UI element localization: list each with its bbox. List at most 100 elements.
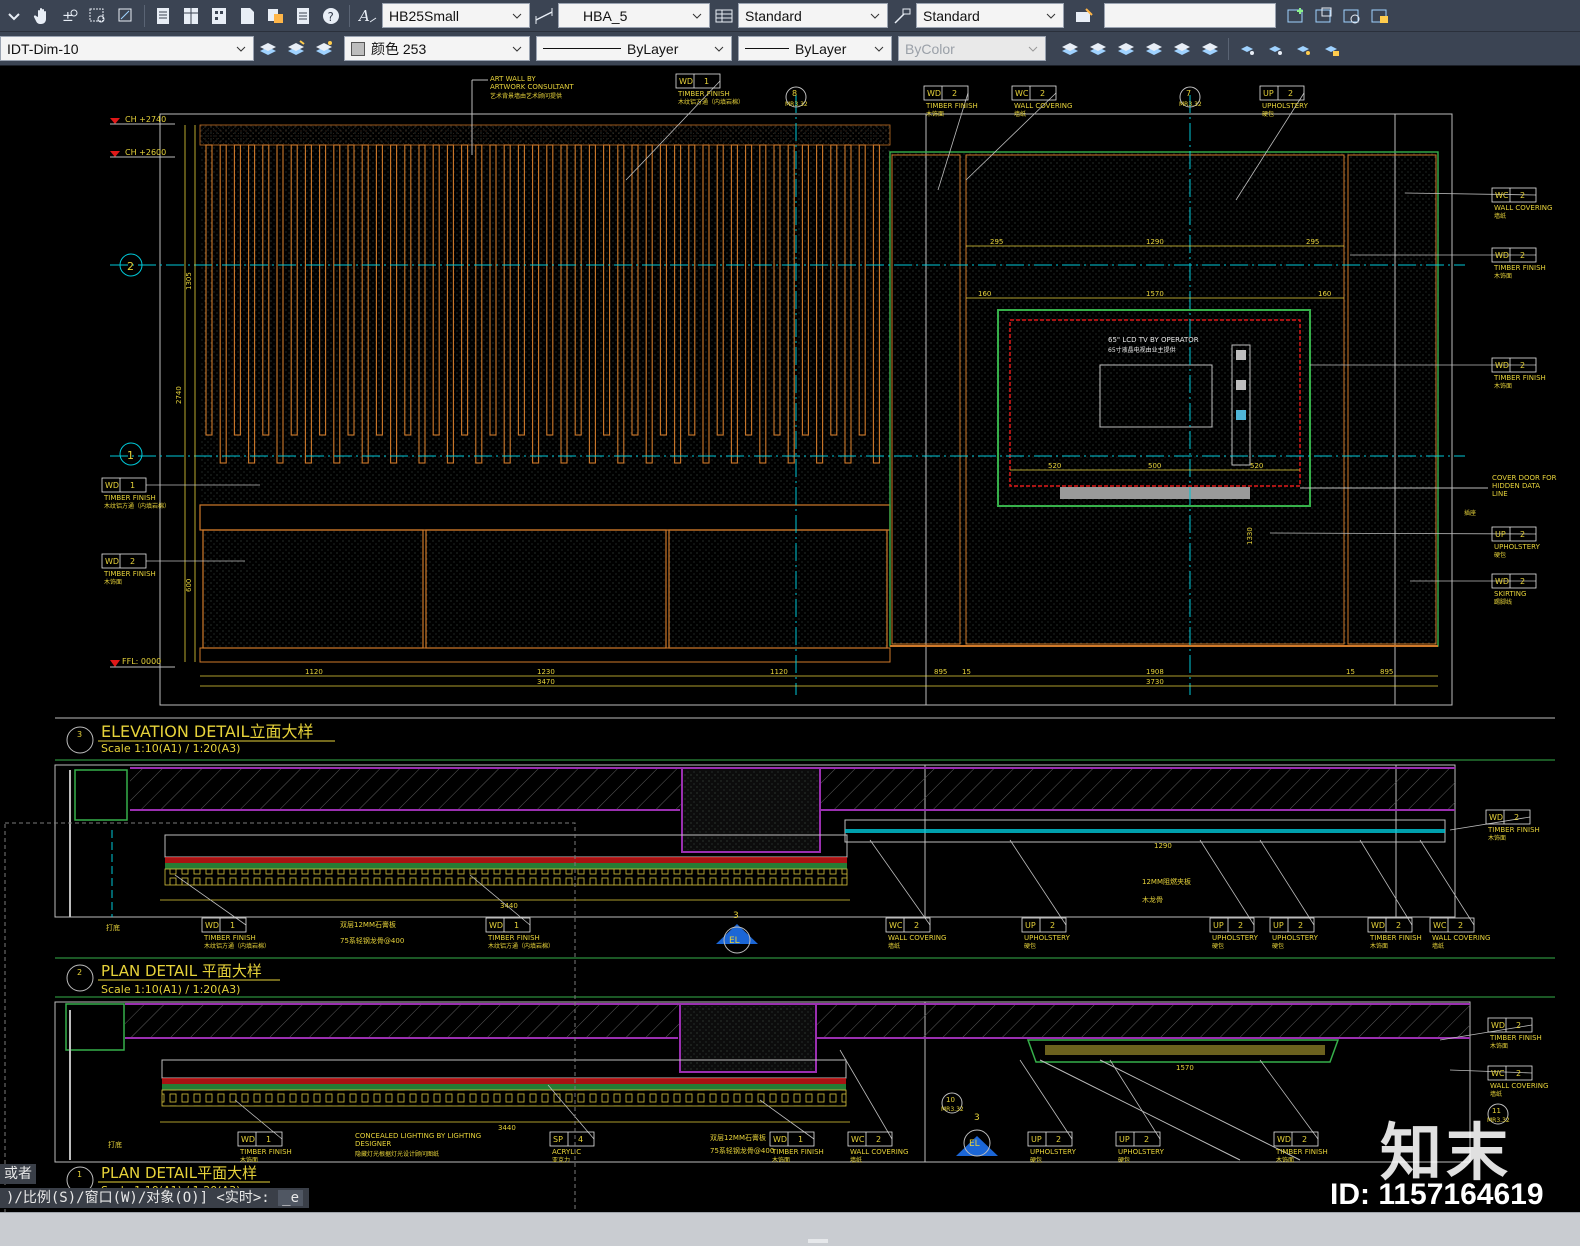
tag-description: TIMBER FINISH — [1493, 264, 1546, 272]
help-icon[interactable]: ? — [319, 4, 343, 28]
level-ch-2600: CH +2600 — [110, 148, 175, 158]
markup-icon[interactable] — [263, 4, 287, 28]
dropdown-arrow-icon[interactable] — [2, 4, 26, 28]
tag-description: TIMBER FINISH — [1275, 1148, 1328, 1156]
tag-number: 2 — [1298, 921, 1303, 930]
lower-panel — [425, 529, 667, 649]
layer-previous-icon[interactable] — [284, 37, 308, 61]
note-text-cn: 木龙骨 — [1142, 895, 1163, 904]
note-text: ARTWORK CONSULTANT — [490, 83, 574, 91]
tag-code: WD — [241, 1135, 255, 1144]
note-text-cn: 双层12MM石膏板 — [340, 920, 396, 929]
lineweight-select[interactable]: ByLayer — [738, 36, 892, 61]
chevron-down-icon — [870, 13, 880, 19]
lineweight-preview — [745, 48, 789, 49]
table-style-icon[interactable] — [712, 4, 736, 28]
text-style-icon[interactable]: A — [356, 4, 380, 28]
zoom-previous-icon[interactable] — [114, 4, 138, 28]
layer-isolate-icon[interactable] — [1058, 37, 1082, 61]
section-label: EL — [729, 936, 740, 946]
note-text-cn: 插座 — [1464, 509, 1476, 517]
lower-panel — [668, 529, 888, 649]
tag-description-cn: 木饰面 — [240, 1156, 258, 1164]
color-select[interactable]: 颜色 253 — [344, 36, 530, 61]
tag-code: WD — [1491, 1021, 1505, 1030]
search-input[interactable] — [1104, 3, 1276, 28]
grid-label: 2 — [127, 260, 134, 273]
tag-description-cn: 硬包 — [1030, 1156, 1042, 1164]
layer-walk-icon[interactable] — [1235, 37, 1259, 61]
layer-select[interactable]: IDT-Dim-10 — [0, 36, 254, 61]
door-jamb — [74, 769, 128, 821]
properties-icon[interactable] — [151, 4, 175, 28]
mleader-style-icon[interactable] — [890, 4, 914, 28]
layer-match-icon[interactable] — [312, 37, 336, 61]
design-center-icon[interactable] — [179, 4, 203, 28]
tag-description-cn: 硬包 — [1212, 942, 1224, 950]
calculator-icon[interactable] — [291, 4, 315, 28]
dim-style-select[interactable]: HBA_5 — [558, 3, 710, 28]
layer-properties-icon[interactable] — [256, 37, 280, 61]
linetype-select[interactable]: ByLayer — [536, 36, 732, 61]
layer-value: IDT-Dim-10 — [7, 40, 79, 57]
plotstyle-select[interactable]: ByColor — [898, 36, 1046, 61]
tag-code: WD — [1495, 577, 1509, 586]
title-text: PLAN DETAIL 平面大样 — [101, 962, 262, 980]
tag-description: TIMBER FINISH — [103, 494, 156, 502]
text-style-select[interactable]: HB25Small — [382, 3, 530, 28]
tool-palettes-icon[interactable] — [207, 4, 231, 28]
ledge-band — [199, 504, 891, 531]
layer-unlock-icon[interactable] — [1319, 37, 1343, 61]
tag-number: 2 — [1302, 1135, 1307, 1144]
table-style-select[interactable]: Standard — [738, 3, 888, 28]
section-mark-3-lower: 3 EL — [956, 1113, 998, 1157]
tag-number: 2 — [1516, 1069, 1521, 1078]
watermark-id: ID: 1157164619 — [1330, 1178, 1544, 1211]
wall-layer-red — [162, 1078, 846, 1084]
material-tag: WD 1 TIMBER FINISH木纹铝方通（内填岩棉） — [174, 874, 270, 950]
mleader-style-select[interactable]: Standard — [916, 3, 1064, 28]
plan-detail-2: 3440 1290 打底 双层12MM石膏板 75系轻钢龙骨@400 12MM阻… — [54, 764, 1540, 954]
cad-drawing: 2 1 8 MR3.32 7 MR3.32 CH +2740 CH +2600 — [4, 73, 1557, 1212]
layer-thaw-icon[interactable] — [1263, 37, 1287, 61]
layer-on-icon[interactable] — [1291, 37, 1315, 61]
layer-freeze-icon[interactable] — [1142, 37, 1166, 61]
resize-handle[interactable] — [808, 1239, 828, 1243]
section-label: EL — [969, 1139, 980, 1149]
tag-description: WALL COVERING — [1014, 102, 1072, 110]
toolbar-separator — [349, 4, 350, 27]
tag-number: 2 — [1520, 577, 1525, 586]
tag-description-cn: 墙纸 — [1494, 212, 1506, 220]
pan-hand-icon[interactable] — [30, 4, 54, 28]
dim-text: 2740 — [175, 386, 183, 404]
zoom-window-icon[interactable] — [86, 4, 110, 28]
layer-unisolate-icon[interactable] — [1086, 37, 1110, 61]
drawing-canvas[interactable]: 2 1 8 MR3.32 7 MR3.32 CH +2740 CH +2600 — [0, 67, 1580, 1212]
grid-label: 1 — [127, 449, 134, 462]
layer-merge-icon[interactable] — [1198, 37, 1222, 61]
tag-code: WD — [927, 89, 941, 98]
viewport-lock-icon[interactable] — [1368, 4, 1392, 28]
level-label: FFL: 0000 — [122, 657, 161, 666]
command-line[interactable]: )/比例(S)/窗口(W)/对象(O)] <实时>: _e — [0, 1188, 310, 1208]
callout-number: 8 — [792, 89, 797, 98]
sheet-set-icon[interactable] — [235, 4, 259, 28]
dim-style-icon[interactable] — [532, 4, 556, 28]
dim-text: 3440 — [500, 902, 518, 910]
wall-layer-red — [165, 857, 847, 863]
plotstyle-value: ByColor — [905, 40, 955, 57]
chevron-down-icon — [874, 46, 884, 52]
mleader-style-value: Standard — [923, 7, 980, 24]
column-fill — [684, 770, 818, 850]
viewport-clip-icon[interactable] — [1312, 4, 1336, 28]
zoom-realtime-icon[interactable]: ± — [58, 4, 82, 28]
layer-lock-icon[interactable] — [1170, 37, 1194, 61]
tag-description: UPHOLSTERY — [1030, 1148, 1077, 1156]
viewport-new-icon[interactable] — [1284, 4, 1308, 28]
command-input[interactable]: _e — [278, 1190, 304, 1206]
layer-off-icon[interactable] — [1114, 37, 1138, 61]
tag-description: UPHOLSTERY — [1494, 543, 1541, 551]
material-tag: WC 2 WALL COVERING墙纸 — [869, 839, 946, 950]
viewport-scale-icon[interactable] — [1340, 4, 1364, 28]
plot-style-icon[interactable] — [1072, 4, 1096, 28]
